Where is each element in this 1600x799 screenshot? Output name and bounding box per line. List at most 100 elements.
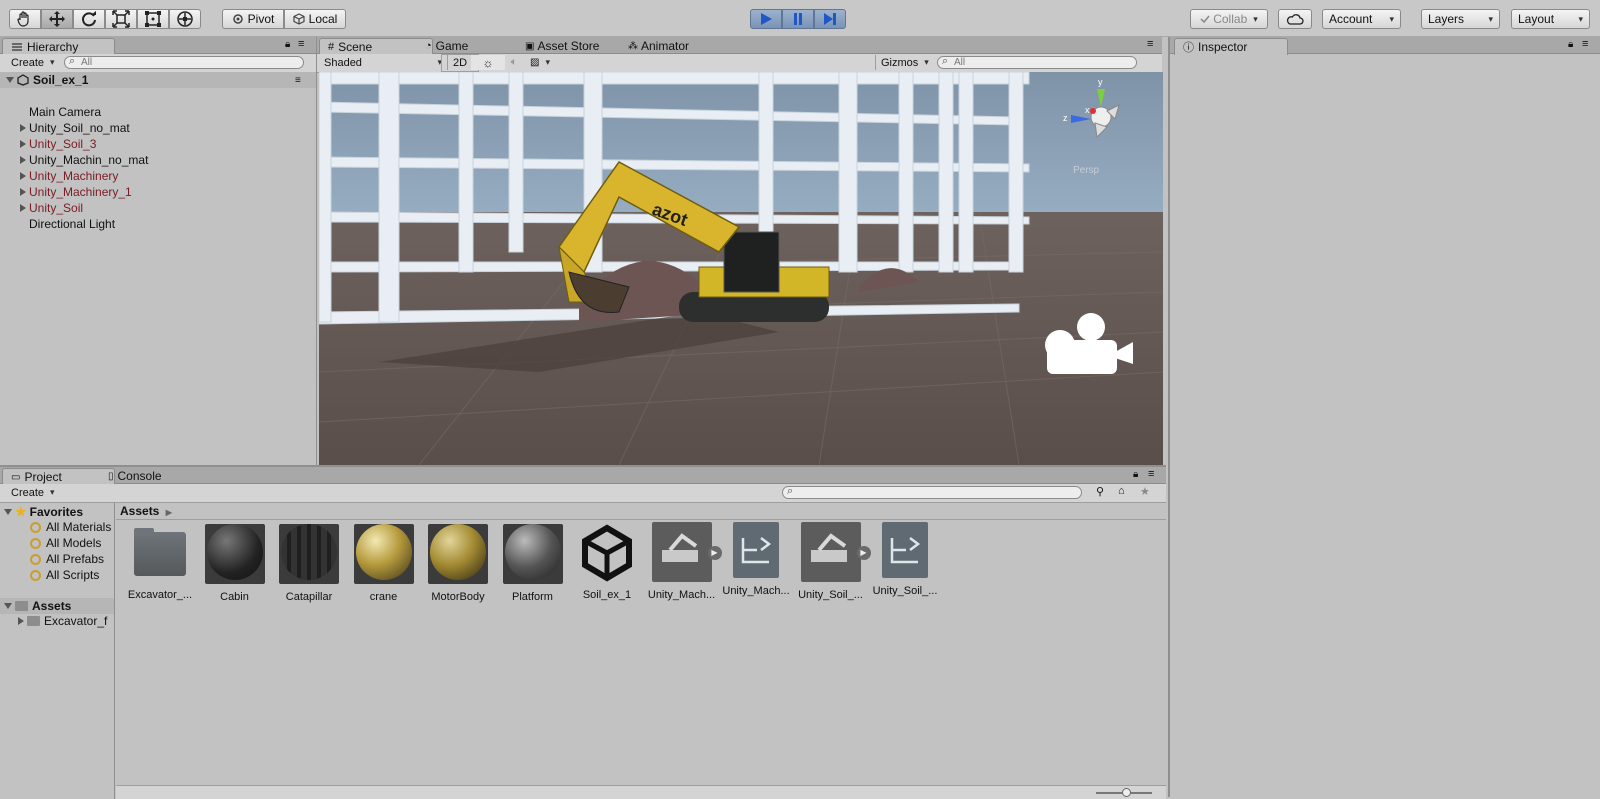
expand-arrow-icon[interactable] xyxy=(20,188,26,196)
transform-tool-button[interactable] xyxy=(169,9,201,29)
tab-inspector[interactable]: ⓘ Inspector xyxy=(1174,38,1288,55)
favorite-item[interactable]: All Models xyxy=(30,536,101,550)
move-tool-button[interactable] xyxy=(41,9,73,29)
hierarchy-panel: Hierarchy 🔒︎ ≡ Create All Soil_ex_1 ≡ Ma… xyxy=(0,37,316,465)
pivot-icon xyxy=(232,14,243,24)
scene-panel-menu-icon[interactable]: ≡ xyxy=(1147,38,1153,50)
tab-scene[interactable]: # Scene xyxy=(319,38,433,55)
asset-item[interactable]: Platform xyxy=(497,522,569,603)
asset-item[interactable]: Unity_Soil_... xyxy=(869,522,941,597)
asset-breadcrumb[interactable]: Assets ▶ xyxy=(120,504,172,518)
hierarchy-item[interactable]: Unity_Soil_no_mat xyxy=(0,120,330,136)
account-dropdown[interactable]: Account xyxy=(1322,9,1401,29)
scene-viewport[interactable]: azot y x z Persp xyxy=(319,72,1163,465)
folder-icon xyxy=(27,616,40,626)
asset-item[interactable]: ▶ Unity_Mach... xyxy=(646,522,724,601)
hierarchy-create-button[interactable]: Create xyxy=(6,55,60,70)
hierarchy-search-input[interactable]: All xyxy=(64,56,304,69)
hand-tool-button[interactable] xyxy=(9,9,41,29)
favorite-star-icon[interactable]: ★ xyxy=(1140,485,1150,498)
collab-dropdown[interactable]: Collab xyxy=(1190,9,1268,29)
favorite-item[interactable]: All Materials xyxy=(30,520,111,534)
persp-label: Persp xyxy=(1073,165,1100,176)
hierarchy-item[interactable]: Unity_Machinery xyxy=(0,168,330,184)
hierarchy-item[interactable]: Main Camera xyxy=(0,104,330,120)
asset-item[interactable]: MotorBody xyxy=(422,522,494,603)
scene-search-input[interactable]: All xyxy=(937,56,1137,69)
asset-item[interactable]: Soil_ex_1 xyxy=(571,522,643,601)
asset-item[interactable]: Cabin xyxy=(199,522,271,603)
project-menu-icon[interactable]: ≡ xyxy=(1148,468,1154,480)
info-icon: ⓘ xyxy=(1183,42,1194,54)
assets-folder-icon xyxy=(15,601,28,611)
pivot-toggle[interactable]: Pivot xyxy=(222,9,284,29)
hierarchy-item[interactable]: Unity_Soil_3 xyxy=(0,136,330,152)
favorites-expand-icon[interactable] xyxy=(4,509,12,515)
asset-item[interactable]: Unity_Mach... xyxy=(720,522,792,597)
tab-project[interactable]: ▭ Project xyxy=(2,468,115,485)
account-label: Account xyxy=(1329,12,1373,26)
project-search-input[interactable] xyxy=(782,486,1082,499)
favorites-header[interactable]: ★ Favorites xyxy=(4,504,83,520)
tab-hierarchy[interactable]: Hierarchy xyxy=(2,38,115,55)
hierarchy-item-label: Unity_Soil_no_mat xyxy=(29,121,130,135)
folder-excavator-row[interactable]: Excavator_f xyxy=(18,614,107,628)
search-by-type-icon[interactable]: ⚲ xyxy=(1096,485,1104,498)
scene-root-row[interactable]: Soil_ex_1 ≡ xyxy=(0,72,316,88)
assets-expand-icon[interactable] xyxy=(4,603,12,609)
inspector-lock-icon[interactable]: 🔒︎ xyxy=(1568,39,1573,50)
inspector-menu-icon[interactable]: ≡ xyxy=(1582,38,1588,50)
panel-menu-icon[interactable]: ≡ xyxy=(298,38,304,50)
layers-label: Layers xyxy=(1428,12,1465,26)
cloud-button[interactable] xyxy=(1278,9,1312,29)
main-toolbar: Pivot Local Collab Account Layers Layout xyxy=(0,0,1600,37)
asset-item[interactable]: Catapillar xyxy=(273,522,345,603)
hierarchy-item[interactable]: Directional Light xyxy=(0,216,330,232)
play-button[interactable] xyxy=(750,9,782,29)
asset-item[interactable]: ▶ Unity_Soil_... xyxy=(795,522,873,601)
expand-arrow-icon[interactable] xyxy=(20,140,26,148)
hierarchy-item[interactable]: Unity_Machinery_1 xyxy=(0,184,330,200)
rotate-tool-button[interactable] xyxy=(73,9,105,29)
hierarchy-item-label: Unity_Soil xyxy=(29,201,84,215)
slider-handle[interactable] xyxy=(1122,788,1131,797)
pivot-label: Pivot xyxy=(247,12,275,26)
layers-dropdown[interactable]: Layers xyxy=(1421,9,1500,29)
saved-search-icon xyxy=(30,553,41,565)
effects-dropdown[interactable]: ▨ xyxy=(525,55,569,70)
project-lock-icon[interactable]: 🔒︎ xyxy=(1133,469,1138,480)
folder-expand-arrow-icon[interactable] xyxy=(18,617,24,625)
axis-z-label: z xyxy=(1063,113,1068,123)
project-create-button[interactable]: Create xyxy=(6,485,60,500)
label-tag-icon[interactable]: ⌂ xyxy=(1118,485,1125,497)
expand-arrow-icon[interactable] xyxy=(20,156,26,164)
expand-arrow-icon[interactable] xyxy=(20,124,26,132)
favorite-item[interactable]: All Prefabs xyxy=(30,552,104,566)
expand-arrow-icon[interactable] xyxy=(20,172,26,180)
expand-arrow-icon[interactable] xyxy=(6,77,14,83)
tab-asset-store[interactable]: ▣ Asset Store xyxy=(517,38,607,54)
gizmos-dropdown[interactable]: Gizmos xyxy=(875,55,934,70)
local-toggle[interactable]: Local xyxy=(284,9,346,29)
pause-button[interactable] xyxy=(782,9,814,29)
assets-root-row[interactable]: Assets xyxy=(0,598,114,614)
asset-item-label: MotorBody xyxy=(431,591,485,603)
tab-console[interactable]: ▯ Console xyxy=(100,468,170,484)
transform-icon xyxy=(177,11,193,27)
scene-options-icon[interactable]: ≡ xyxy=(295,75,301,86)
tab-game[interactable]: ◔ Game xyxy=(417,38,476,54)
favorite-item[interactable]: All Scripts xyxy=(30,568,99,582)
scale-tool-button[interactable] xyxy=(105,9,137,29)
layout-dropdown[interactable]: Layout xyxy=(1511,9,1590,29)
hierarchy-item[interactable]: Unity_Soil xyxy=(0,200,330,216)
asset-item[interactable]: Excavator_... xyxy=(124,522,196,601)
step-button[interactable] xyxy=(814,9,846,29)
lock-icon[interactable]: 🔒︎ xyxy=(285,39,290,50)
tab-animator[interactable]: ⁂ Animator xyxy=(620,38,697,54)
shading-mode-dropdown[interactable]: Shaded xyxy=(319,55,448,70)
rect-tool-button[interactable] xyxy=(137,9,169,29)
expand-arrow-icon[interactable] xyxy=(20,204,26,212)
hierarchy-item[interactable]: Unity_Machin_no_mat xyxy=(0,152,330,168)
saved-search-icon xyxy=(30,521,41,533)
asset-item[interactable]: crane xyxy=(348,522,420,603)
